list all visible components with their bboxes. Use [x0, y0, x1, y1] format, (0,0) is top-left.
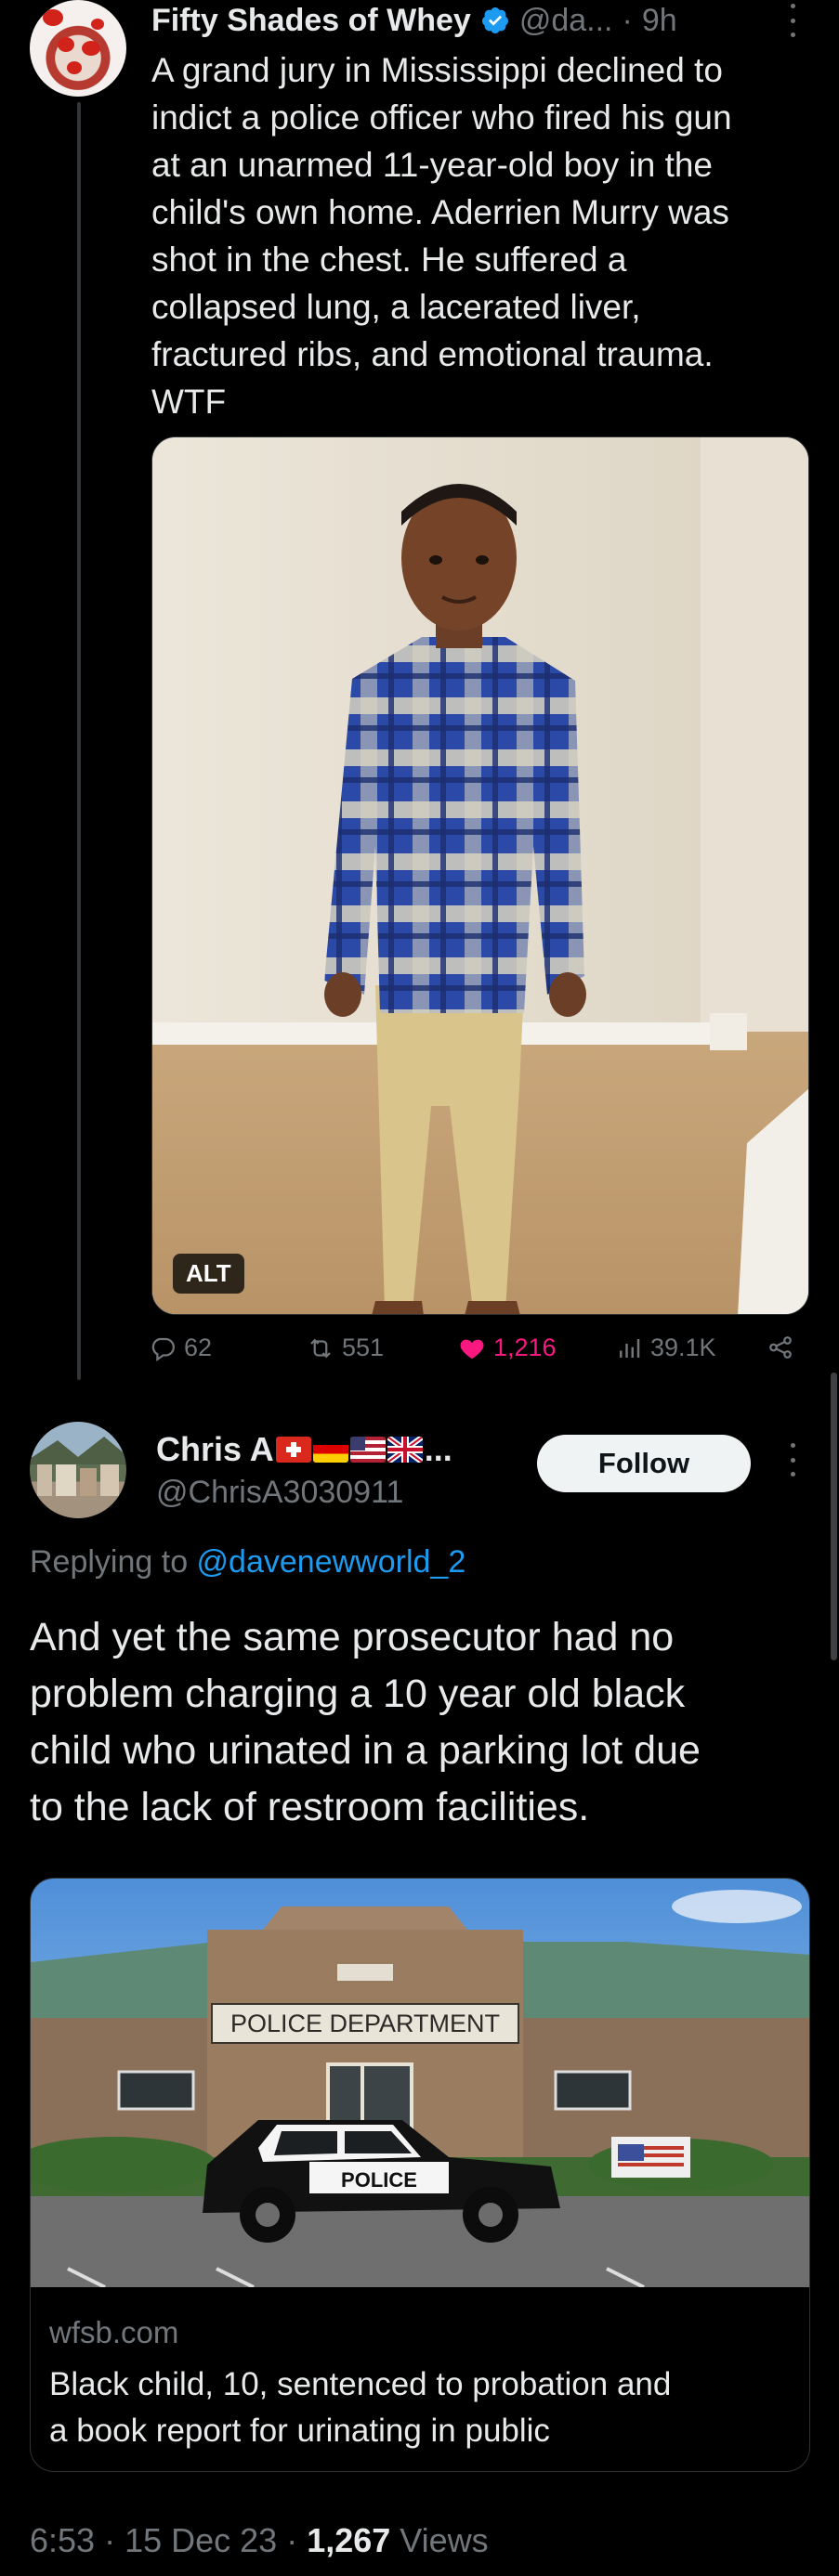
follow-button[interactable]: Follow: [537, 1435, 751, 1492]
reply-author-avatar[interactable]: [30, 1422, 126, 1518]
author-name[interactable]: Fifty Shades of Whey: [151, 3, 471, 39]
police-department-photo: POLICE DEPARTMENT POLICE: [31, 1879, 809, 2287]
name-ellipsis: ...: [424, 1430, 452, 1468]
tweet-text: A grand jury in Mississippi declined to …: [151, 51, 732, 421]
like-count: 1,216: [493, 1334, 557, 1361]
tweet-time[interactable]: 6:53: [30, 2521, 95, 2559]
photo-boy-in-plaid-shirt: [152, 437, 808, 1314]
like-button[interactable]: 1,216: [458, 1334, 557, 1362]
reply-count: 62: [184, 1334, 213, 1361]
meta-separator-2: ·: [277, 2521, 308, 2559]
replying-to-mention-link[interactable]: @davenewworld_2: [197, 1544, 466, 1580]
flag-uk-icon: [387, 1437, 423, 1463]
author-handle[interactable]: @da...: [519, 3, 613, 39]
reply-button[interactable]: 62: [149, 1334, 212, 1362]
reply-author-name-row[interactable]: Chris A ...: [156, 1430, 452, 1469]
meta-separator-1: ·: [95, 2521, 125, 2559]
link-card-title: Black child, 10, sentenced to probation …: [49, 2366, 672, 2449]
tweet-timestamp-and-views: 6:53 · 15 Dec 23 · 1,267 Views: [30, 2521, 489, 2560]
police-department-sign-text: POLICE DEPARTMENT: [230, 2010, 500, 2037]
repost-icon: [310, 1338, 331, 1358]
reply-icon: [151, 1337, 175, 1361]
heart-filled-icon: [460, 1339, 484, 1359]
tweet-actions-bar: 62 551 1,216 39.1K: [149, 1334, 799, 1374]
tweet-date[interactable]: 15 Dec 23: [125, 2521, 277, 2559]
more-options-icon[interactable]: [783, 4, 802, 37]
verified-badge-icon: [481, 7, 508, 33]
time-separator: ·: [622, 2, 633, 38]
share-button[interactable]: [767, 1334, 794, 1361]
avatar-town-scene: [30, 1437, 126, 1496]
flag-switzerland-icon: [275, 1437, 311, 1463]
tweet-header: Fifty Shades of Whey @da... · 9h: [151, 0, 677, 41]
author-avatar[interactable]: [30, 0, 126, 97]
repost-count: 551: [342, 1334, 385, 1361]
views-count: 39.1K: [650, 1334, 716, 1361]
link-card-image: POLICE DEPARTMENT POLICE: [31, 1879, 809, 2287]
reply-views-count: 1,267: [307, 2521, 391, 2559]
repost-button[interactable]: 551: [307, 1334, 384, 1362]
share-icon: [769, 1336, 792, 1359]
analytics-bars-icon: [620, 1338, 640, 1358]
reply-author-name: Chris A: [156, 1430, 274, 1468]
police-vehicle-text: POLICE: [341, 2168, 417, 2192]
tweet-thread-screen: Fifty Shades of Whey @da... · 9h A grand…: [0, 0, 839, 2576]
reply-author-handle[interactable]: @ChrisA3030911: [156, 1475, 403, 1511]
views-button[interactable]: 39.1K: [615, 1334, 716, 1362]
reply-more-options-icon[interactable]: [783, 1443, 802, 1477]
link-card-domain: wfsb.com: [49, 2315, 179, 2349]
link-preview-card[interactable]: POLICE DEPARTMENT POLICE wfsb.com Black …: [30, 1878, 810, 2472]
tweet-photo[interactable]: ALT: [151, 436, 809, 1315]
flag-usa-icon: [349, 1437, 386, 1463]
replying-to-line: Replying to @davenewworld_2: [30, 1544, 465, 1581]
replying-to-prefix: Replying to: [30, 1544, 197, 1580]
views-label: Views: [390, 2521, 489, 2559]
reply-tweet-text: And yet the same prosecutor had no probl…: [30, 1615, 701, 1829]
thread-connector-line: [77, 102, 81, 1380]
scrollbar-thumb[interactable]: [831, 1373, 837, 1660]
alt-text-badge[interactable]: ALT: [173, 1254, 244, 1294]
flag-germany-icon: [312, 1437, 348, 1463]
tweet-age[interactable]: 9h: [642, 3, 677, 39]
